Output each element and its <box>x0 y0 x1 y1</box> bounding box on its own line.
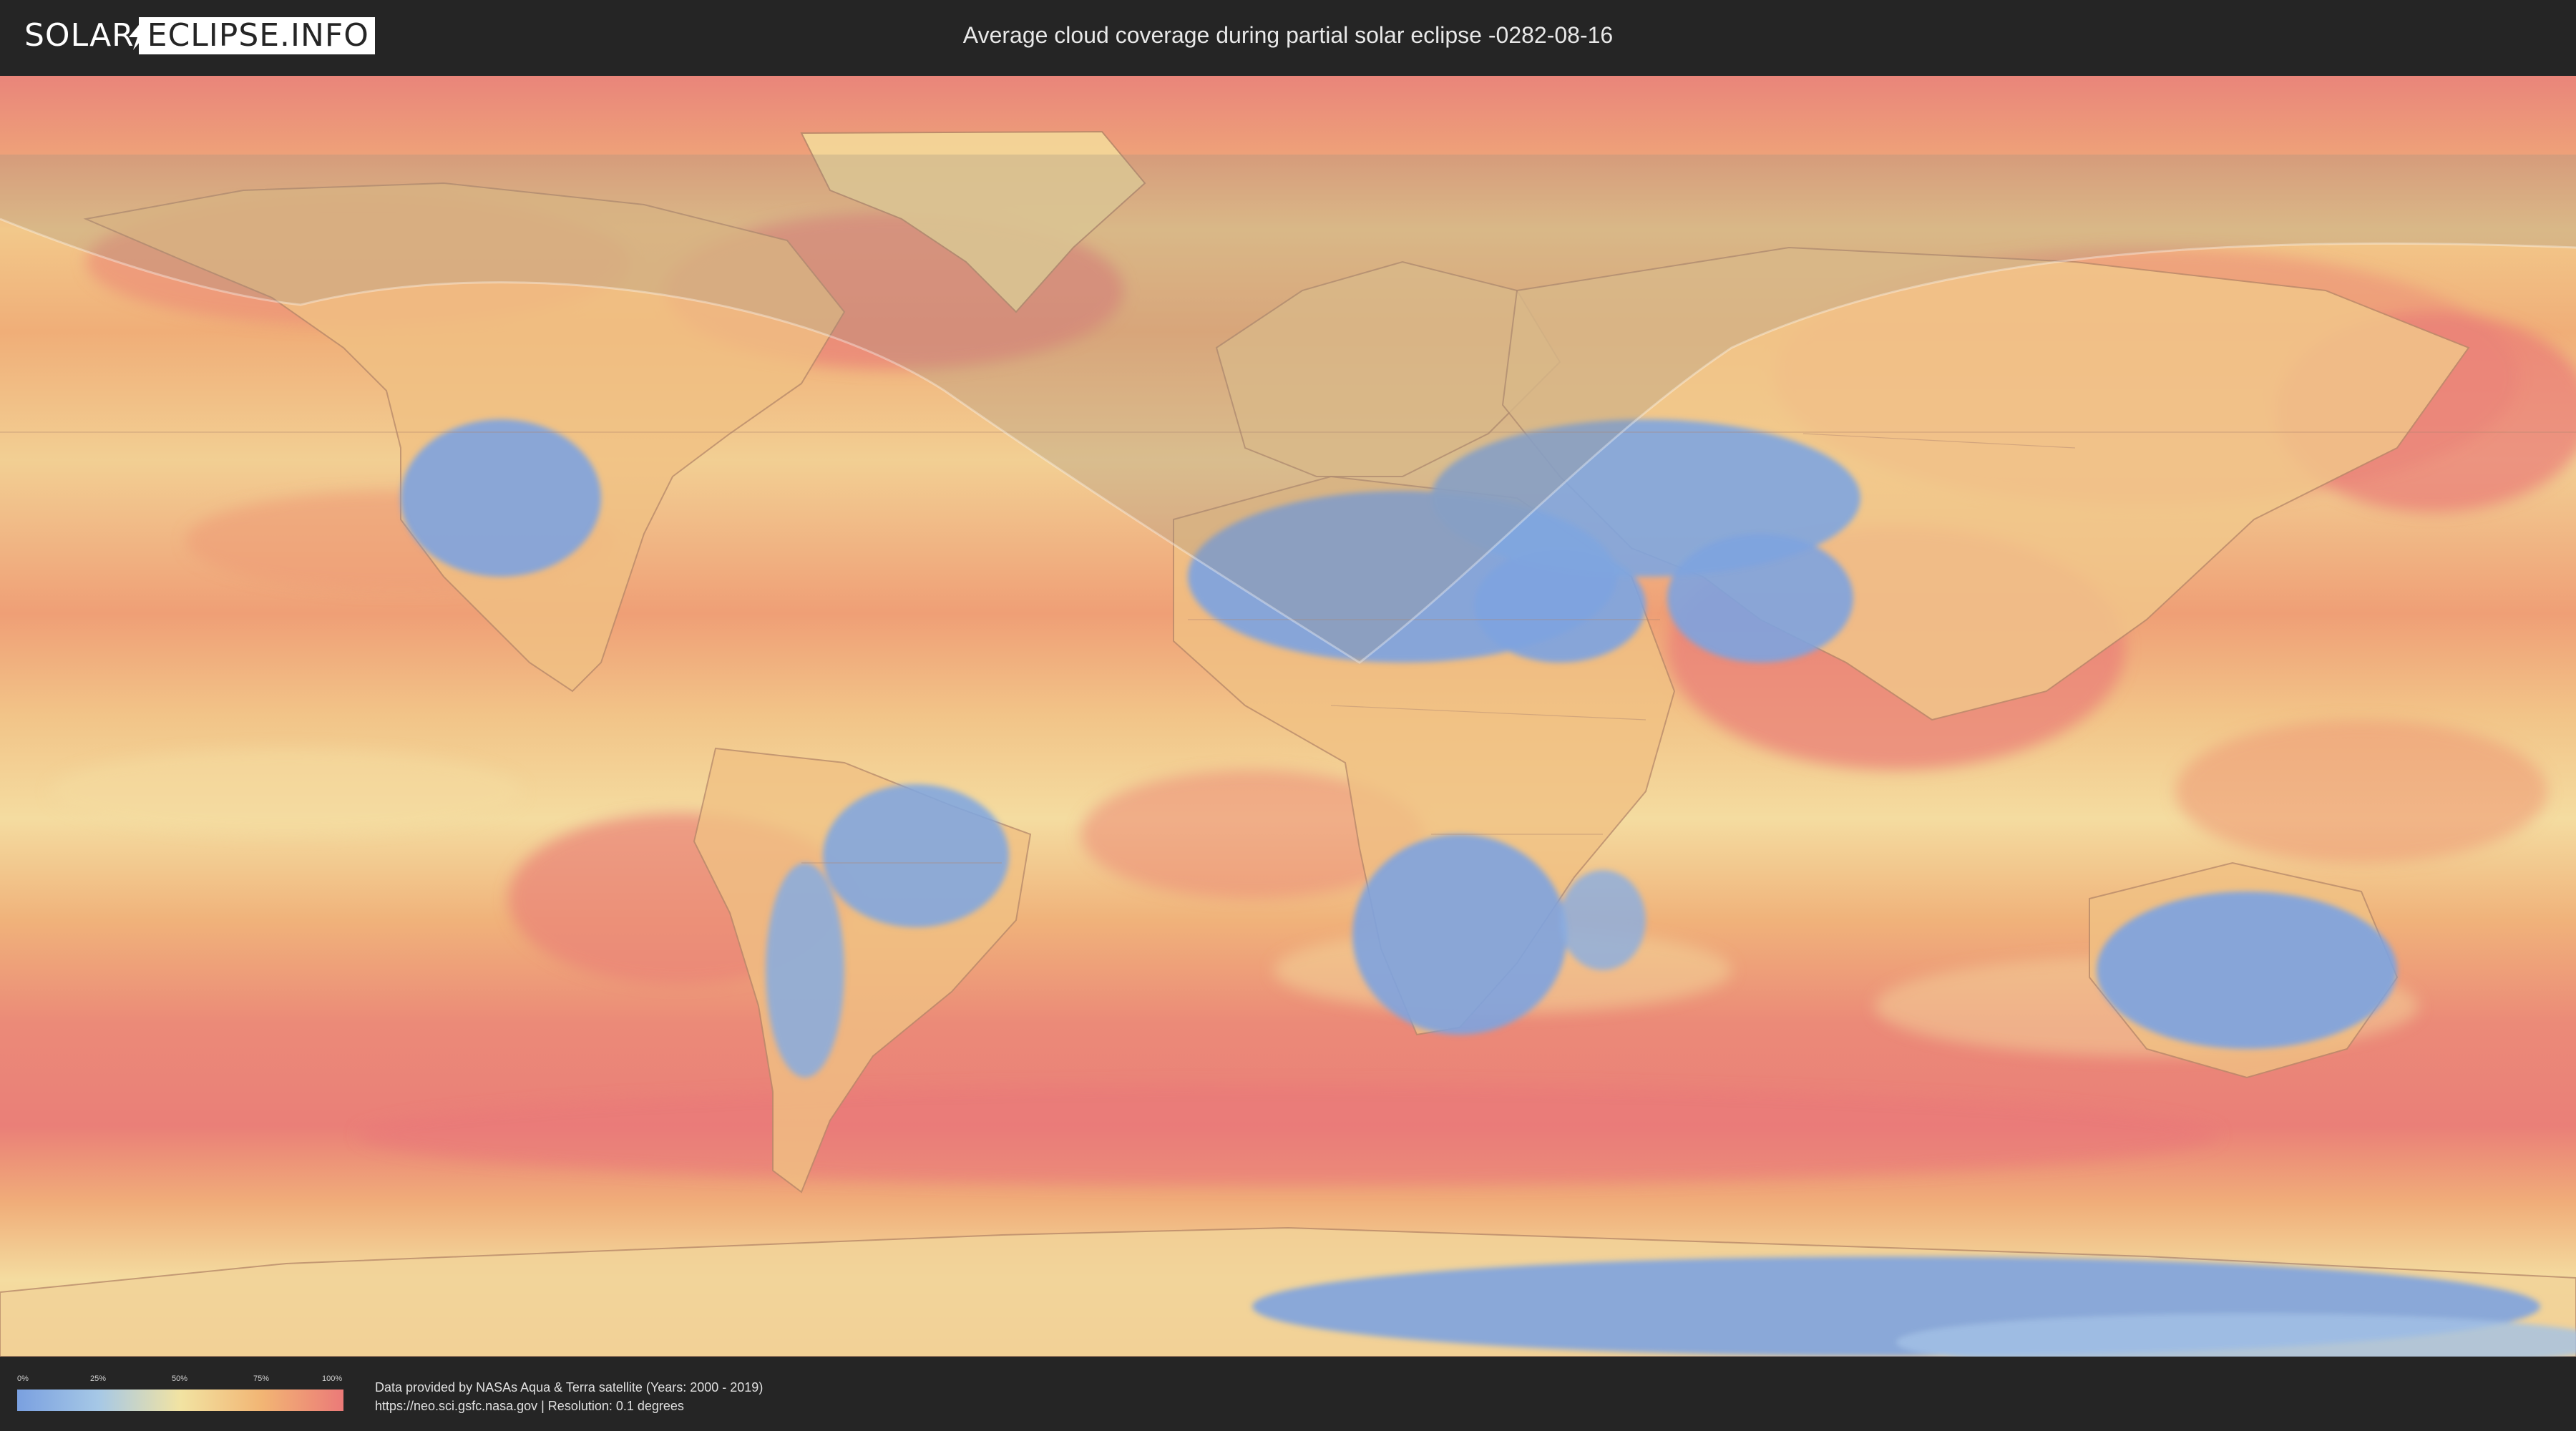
data-credits: Data provided by NASAs Aqua & Terra sate… <box>375 1378 763 1415</box>
footer-bar: 0% 25% 50% 75% 100% Data provided by NAS… <box>0 1357 2576 1431</box>
page-title: Average cloud coverage during partial so… <box>962 22 1614 48</box>
legend-color-bar <box>17 1390 343 1411</box>
credit-line-url[interactable]: https://neo.sci.gsfc.nasa.gov | Resoluti… <box>375 1397 763 1415</box>
legend-tick-50: 50% <box>172 1374 188 1383</box>
legend-tick-100: 100% <box>322 1374 343 1383</box>
credit-line-source: Data provided by NASAs Aqua & Terra sate… <box>375 1380 763 1395</box>
legend-tick-0: 0% <box>17 1374 29 1383</box>
legend-tick-75: 75% <box>253 1374 270 1383</box>
map-canvas <box>0 76 2576 1357</box>
header-bar: SOLAR ECLIPSE.INFO Average cloud coverag… <box>0 0 2576 73</box>
legend-tick-25: 25% <box>90 1374 107 1383</box>
legend-ticks: 0% 25% 50% 75% 100% <box>17 1374 343 1385</box>
cloud-coverage-map[interactable] <box>0 76 2576 1357</box>
cloud-coverage-legend: 0% 25% 50% 75% 100% <box>17 1374 343 1412</box>
